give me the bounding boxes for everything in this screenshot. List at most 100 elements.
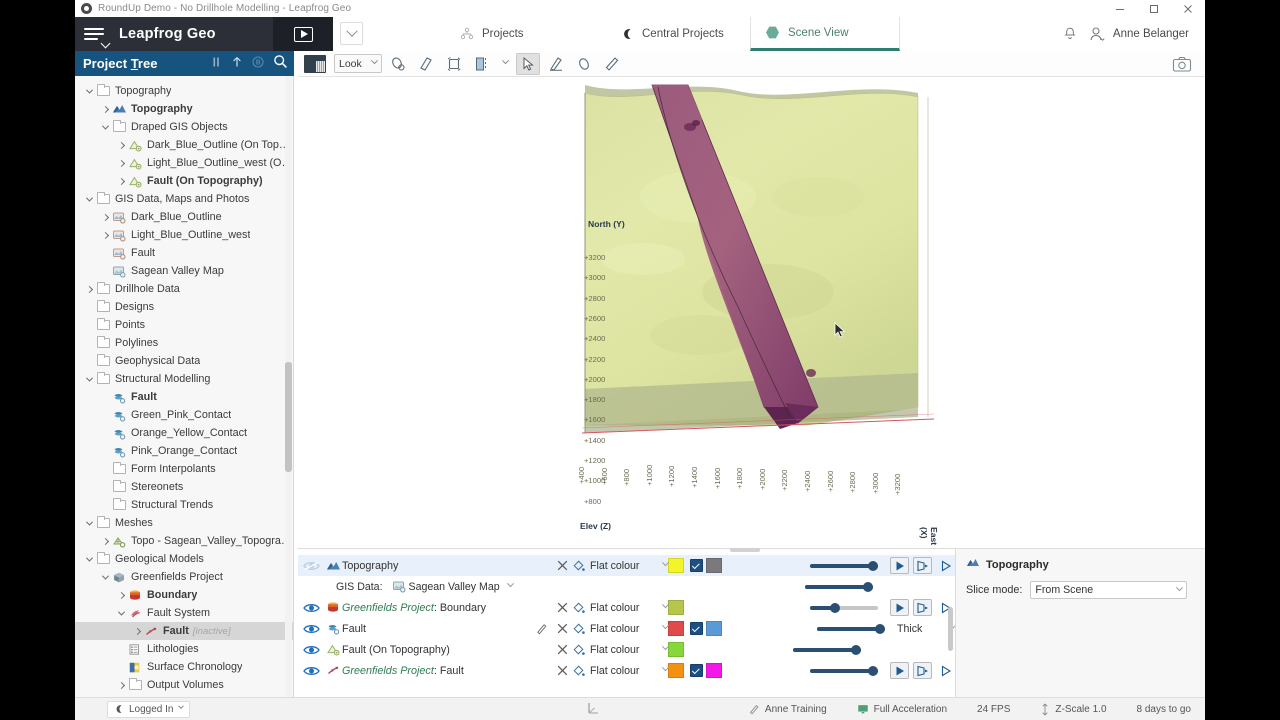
axis-orientation-icon[interactable] — [585, 700, 601, 719]
tree-item-structural-modelling[interactable]: Structural Modelling — [75, 370, 293, 388]
collapse-up-icon[interactable] — [231, 55, 243, 73]
scene-list-row-greenfields-project-boundary[interactable]: Greenfields Project: BoundaryFlat colour — [298, 597, 955, 618]
tree-item-drillhole-data[interactable]: Drillhole Data — [75, 280, 293, 298]
secondary-colour-checkbox[interactable] — [690, 664, 703, 677]
ruler-icon[interactable] — [600, 53, 624, 75]
tree-item-fault[interactable]: Fault — [75, 244, 293, 262]
colour-mode-select[interactable]: Flat colour — [572, 622, 668, 635]
chevron-right-icon[interactable] — [115, 589, 127, 601]
pause-right-icon[interactable] — [252, 55, 264, 73]
clipping-options-chevron[interactable] — [498, 53, 512, 75]
tree-item-geological-models[interactable]: Geological Models — [75, 550, 293, 568]
play-outline-icon[interactable] — [936, 662, 955, 679]
tree-item-topo-sagean-valley-topography[interactable]: Topo - Sagean_Valley_Topography — [75, 532, 293, 550]
play-forward-icon[interactable] — [890, 599, 909, 616]
tree-scroll-thumb[interactable] — [285, 362, 292, 472]
colour-mode-select[interactable]: Flat colour — [572, 601, 668, 614]
visibility-toggle-icon[interactable] — [298, 623, 324, 635]
chevron-right-icon[interactable] — [115, 175, 127, 187]
tree-item-points[interactable]: Points — [75, 316, 293, 334]
tab-projects[interactable]: Projects — [445, 17, 538, 51]
chevron-right-icon[interactable] — [115, 157, 127, 169]
colour-swatch-primary[interactable] — [668, 600, 684, 615]
tree-item-greenfields-project[interactable]: Greenfields Project — [75, 568, 293, 586]
user-menu[interactable]: Anne Belanger — [1088, 25, 1189, 43]
tree-item-light-blue-outline-west[interactable]: Light_Blue_Outline_west — [75, 226, 293, 244]
chevron-down-icon[interactable] — [507, 580, 514, 587]
visibility-toggle-icon[interactable] — [298, 602, 324, 614]
chevron-right-icon[interactable] — [99, 103, 111, 115]
tree-item-sagean-valley-map[interactable]: Sagean Valley Map — [75, 262, 293, 280]
colour-swatch-primary[interactable] — [668, 621, 684, 636]
slice-mode-select[interactable]: From Scene — [1030, 581, 1187, 599]
play-forward-icon[interactable] — [890, 557, 909, 574]
scene-view-3d[interactable]: +3200+3000+2800+2600+2400+2200+2000+1800… — [298, 77, 1205, 548]
tab-scene-view[interactable]: Scene View — [750, 17, 900, 51]
play-video-icon[interactable] — [294, 27, 313, 42]
scene-background-icon[interactable] — [304, 55, 326, 73]
search-icon[interactable] — [273, 54, 288, 74]
colour-swatch-primary[interactable] — [668, 663, 684, 678]
remove-from-scene-icon[interactable] — [552, 560, 572, 571]
tree-item-designs[interactable]: Designs — [75, 298, 293, 316]
scene-list-row-fault[interactable]: FaultFlat colourThick — [298, 618, 955, 639]
scene-list-row-topography[interactable]: TopographyFlat colour — [298, 555, 955, 576]
chevron-down-icon[interactable] — [83, 193, 95, 205]
select-arrow-icon[interactable] — [516, 53, 540, 75]
tree-item-topography[interactable]: Topography — [75, 82, 293, 100]
colour-mode-select[interactable]: Flat colour — [572, 559, 668, 572]
pan-icon[interactable] — [414, 53, 438, 75]
tree-item-draped-gis-objects[interactable]: Draped GIS Objects — [75, 118, 293, 136]
tab-central-projects[interactable]: Central Projects — [605, 17, 738, 51]
tree-item-polylines[interactable]: Polylines — [75, 334, 293, 352]
tree-item-surface-chronology[interactable]: Surface Chronology — [75, 658, 293, 676]
tree-item-geophysical-data[interactable]: Geophysical Data — [75, 352, 293, 370]
login-status-button[interactable]: Logged In — [107, 701, 190, 718]
opacity-slider[interactable] — [805, 582, 873, 592]
video-tutorial-panel[interactable] — [273, 17, 333, 51]
tree-item-green-pink-contact[interactable]: Green_Pink_Contact — [75, 406, 293, 424]
remove-from-scene-icon[interactable] — [552, 665, 572, 676]
zscale-status[interactable]: Z-Scale 1.0 — [1040, 703, 1106, 716]
colour-swatch-secondary[interactable] — [706, 621, 722, 636]
opacity-slider[interactable] — [817, 624, 885, 634]
scene-list-subrow-gis-data[interactable]: GIS Data:Sagean Valley Map — [298, 576, 955, 597]
chevron-right-icon[interactable] — [131, 625, 143, 637]
scene-list-row-fault-on-topography[interactable]: Fault (On Topography)Flat colour — [298, 639, 955, 660]
rotate-icon[interactable] — [442, 53, 466, 75]
chevron-down-icon[interactable] — [99, 121, 111, 133]
playback-controls[interactable] — [890, 557, 955, 574]
chevron-right-icon[interactable] — [83, 283, 95, 295]
colour-swatch-primary[interactable] — [668, 642, 684, 657]
chevron-right-icon[interactable] — [115, 679, 127, 691]
tab-overflow-button[interactable] — [340, 22, 363, 45]
tree-item-fault[interactable]: Fault[inactive] — [75, 622, 293, 640]
orbit-icon[interactable] — [386, 53, 410, 75]
screenshot-camera-icon[interactable] — [1171, 54, 1193, 74]
maximize-button[interactable] — [1137, 0, 1171, 17]
clipping-icon[interactable] — [470, 53, 494, 75]
visibility-toggle-icon[interactable] — [298, 560, 324, 572]
chevron-down-icon[interactable] — [83, 553, 95, 565]
tree-item-fault-on-topography[interactable]: Fault (On Topography) — [75, 172, 293, 190]
close-button[interactable] — [1171, 0, 1205, 17]
tree-item-form-interpolants[interactable]: Form Interpolants — [75, 460, 293, 478]
scene-list-row-greenfields-project-fault[interactable]: Greenfields Project: FaultFlat colour — [298, 660, 955, 681]
chevron-right-icon[interactable] — [115, 139, 127, 151]
tree-item-stereonets[interactable]: Stereonets — [75, 478, 293, 496]
chevron-right-icon[interactable] — [99, 535, 111, 547]
colour-swatch-secondary[interactable] — [706, 663, 722, 678]
playback-controls[interactable] — [890, 662, 955, 679]
chevron-down-icon[interactable] — [83, 85, 95, 97]
scene-objects-list[interactable]: TopographyFlat colourGIS Data:Sagean Val… — [298, 548, 955, 697]
chevron-down-icon[interactable] — [115, 607, 127, 619]
chevron-right-icon[interactable] — [99, 211, 111, 223]
opacity-slider[interactable] — [810, 603, 878, 613]
tree-item-topography[interactable]: Topography — [75, 100, 293, 118]
minimize-button[interactable] — [1103, 0, 1137, 17]
visibility-toggle-icon[interactable] — [298, 644, 324, 656]
chevron-down-icon[interactable] — [99, 571, 111, 583]
chevron-right-icon[interactable] — [99, 229, 111, 241]
scene-list-scrollbar[interactable] — [948, 607, 953, 651]
step-icon[interactable] — [913, 599, 932, 616]
